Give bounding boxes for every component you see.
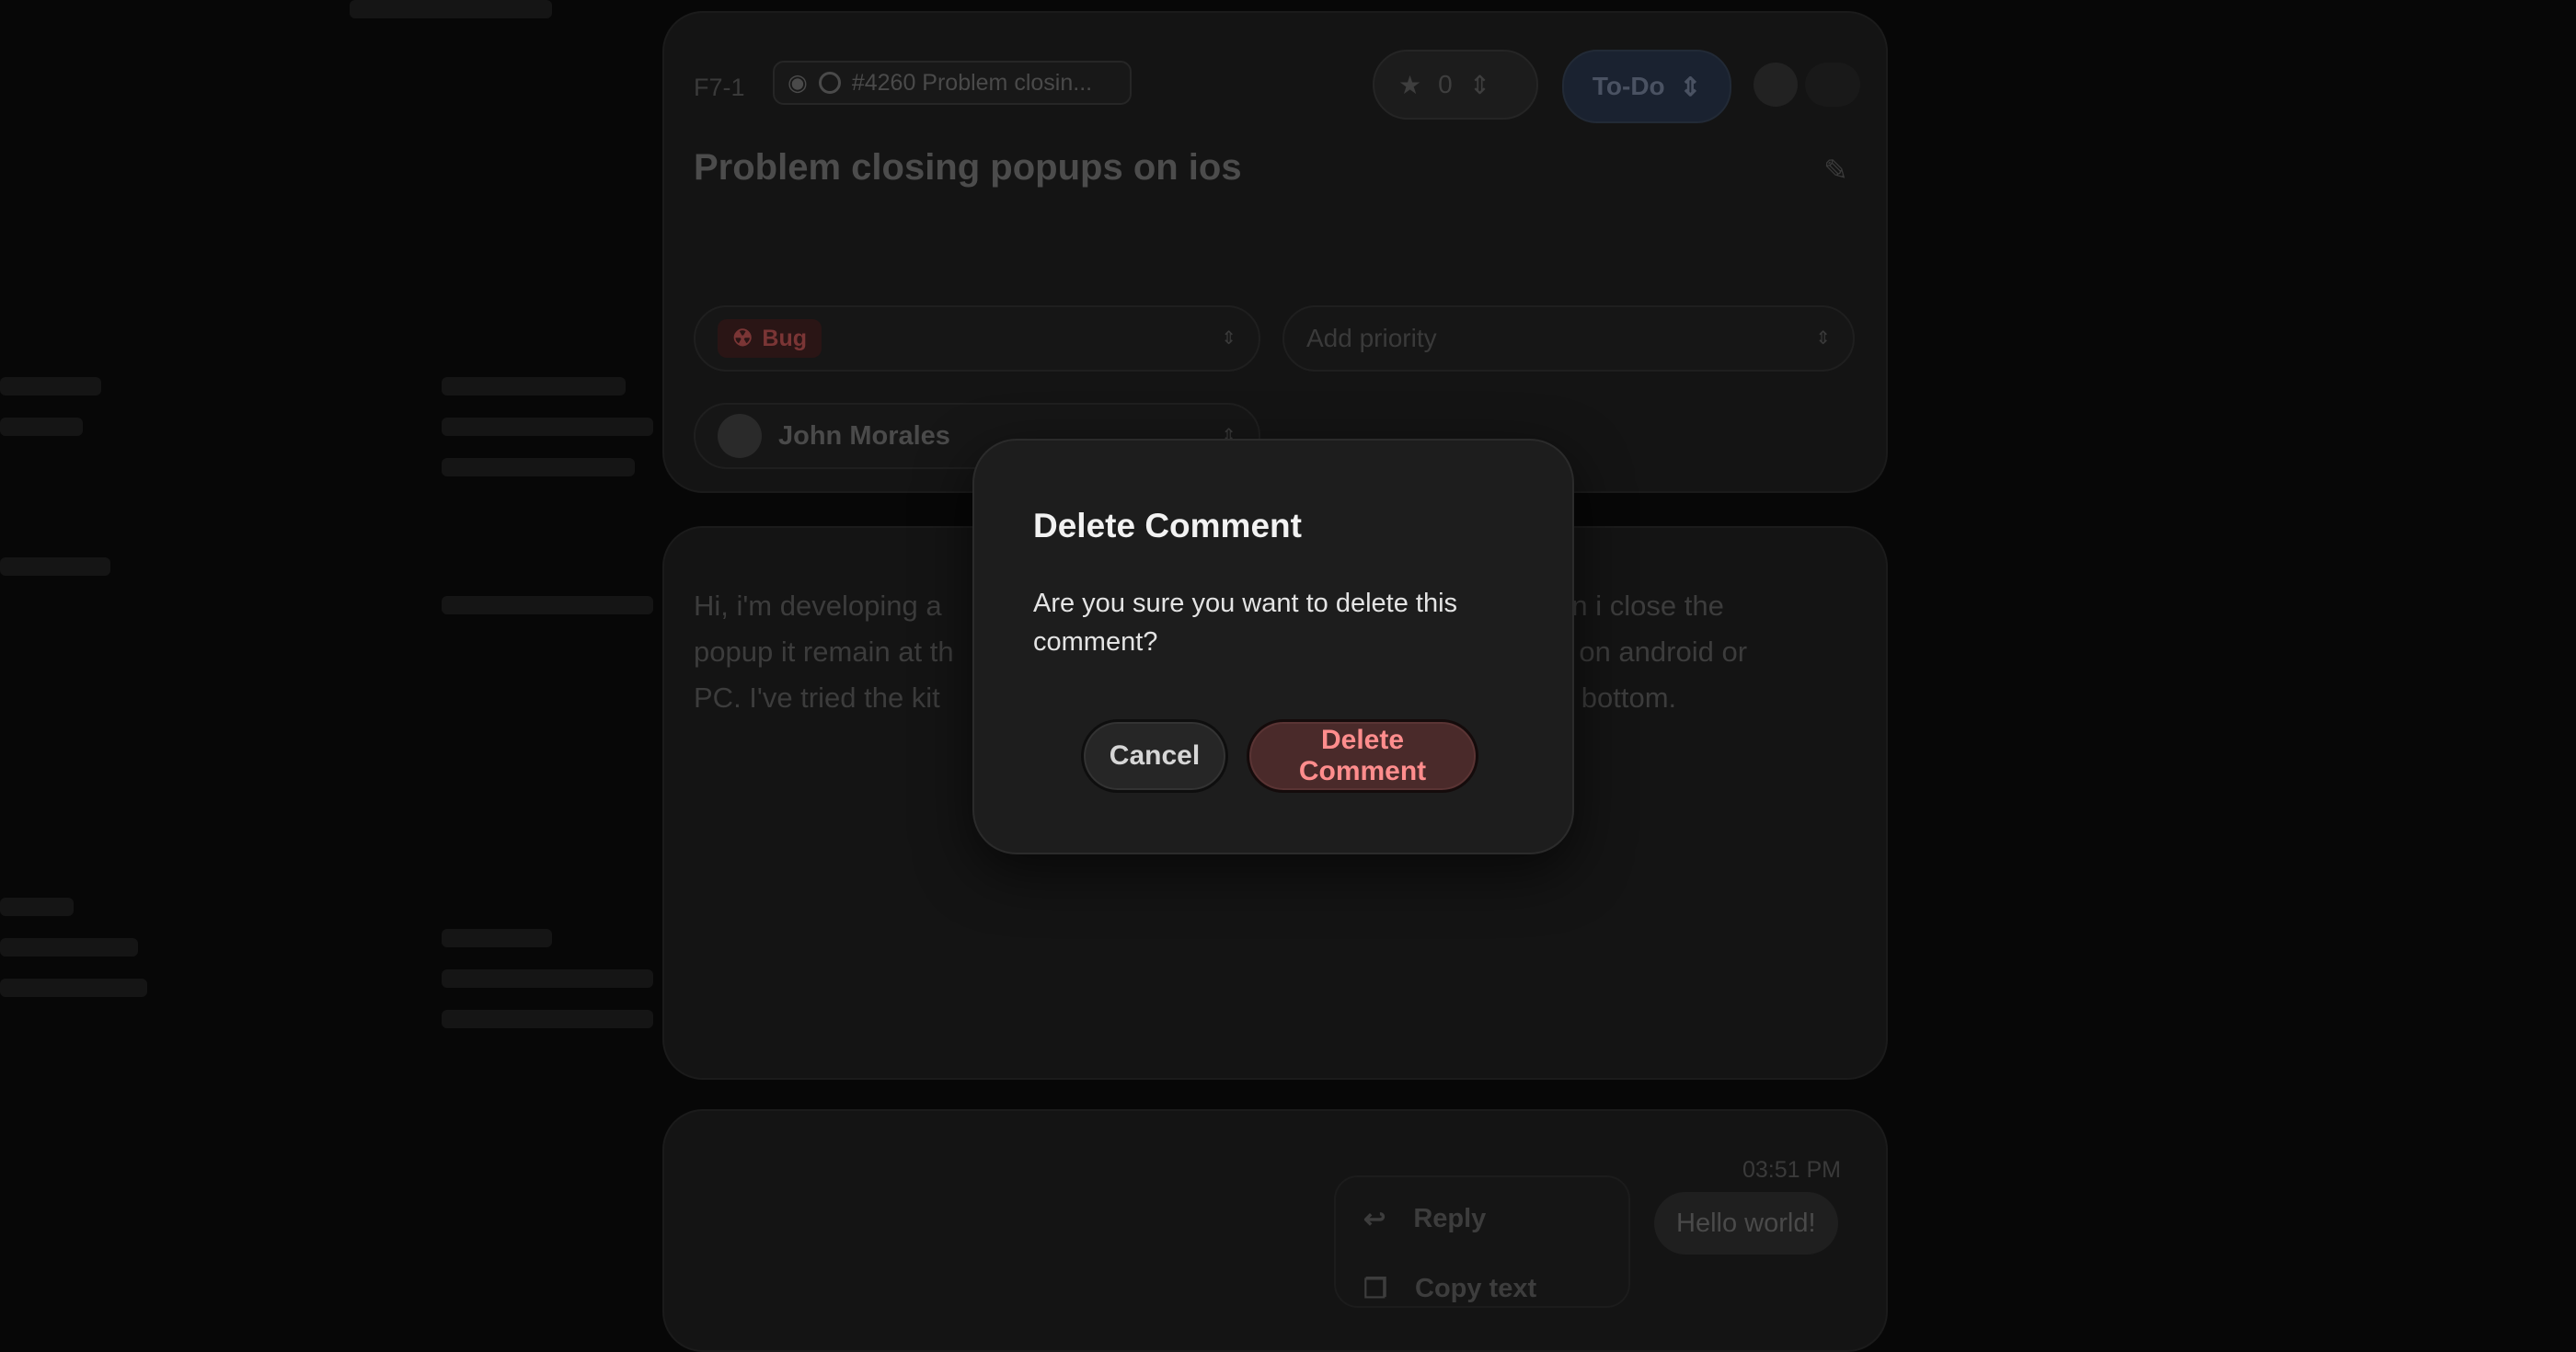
delete-comment-dialog: Delete Comment Are you sure you want to … — [972, 439, 1574, 854]
cancel-button[interactable]: Cancel — [1081, 719, 1228, 793]
delete-comment-button[interactable]: Delete Comment — [1247, 719, 1478, 793]
dialog-title: Delete Comment — [1033, 507, 1302, 544]
dialog-message: Are you sure you want to delete this com… — [1033, 589, 1458, 657]
